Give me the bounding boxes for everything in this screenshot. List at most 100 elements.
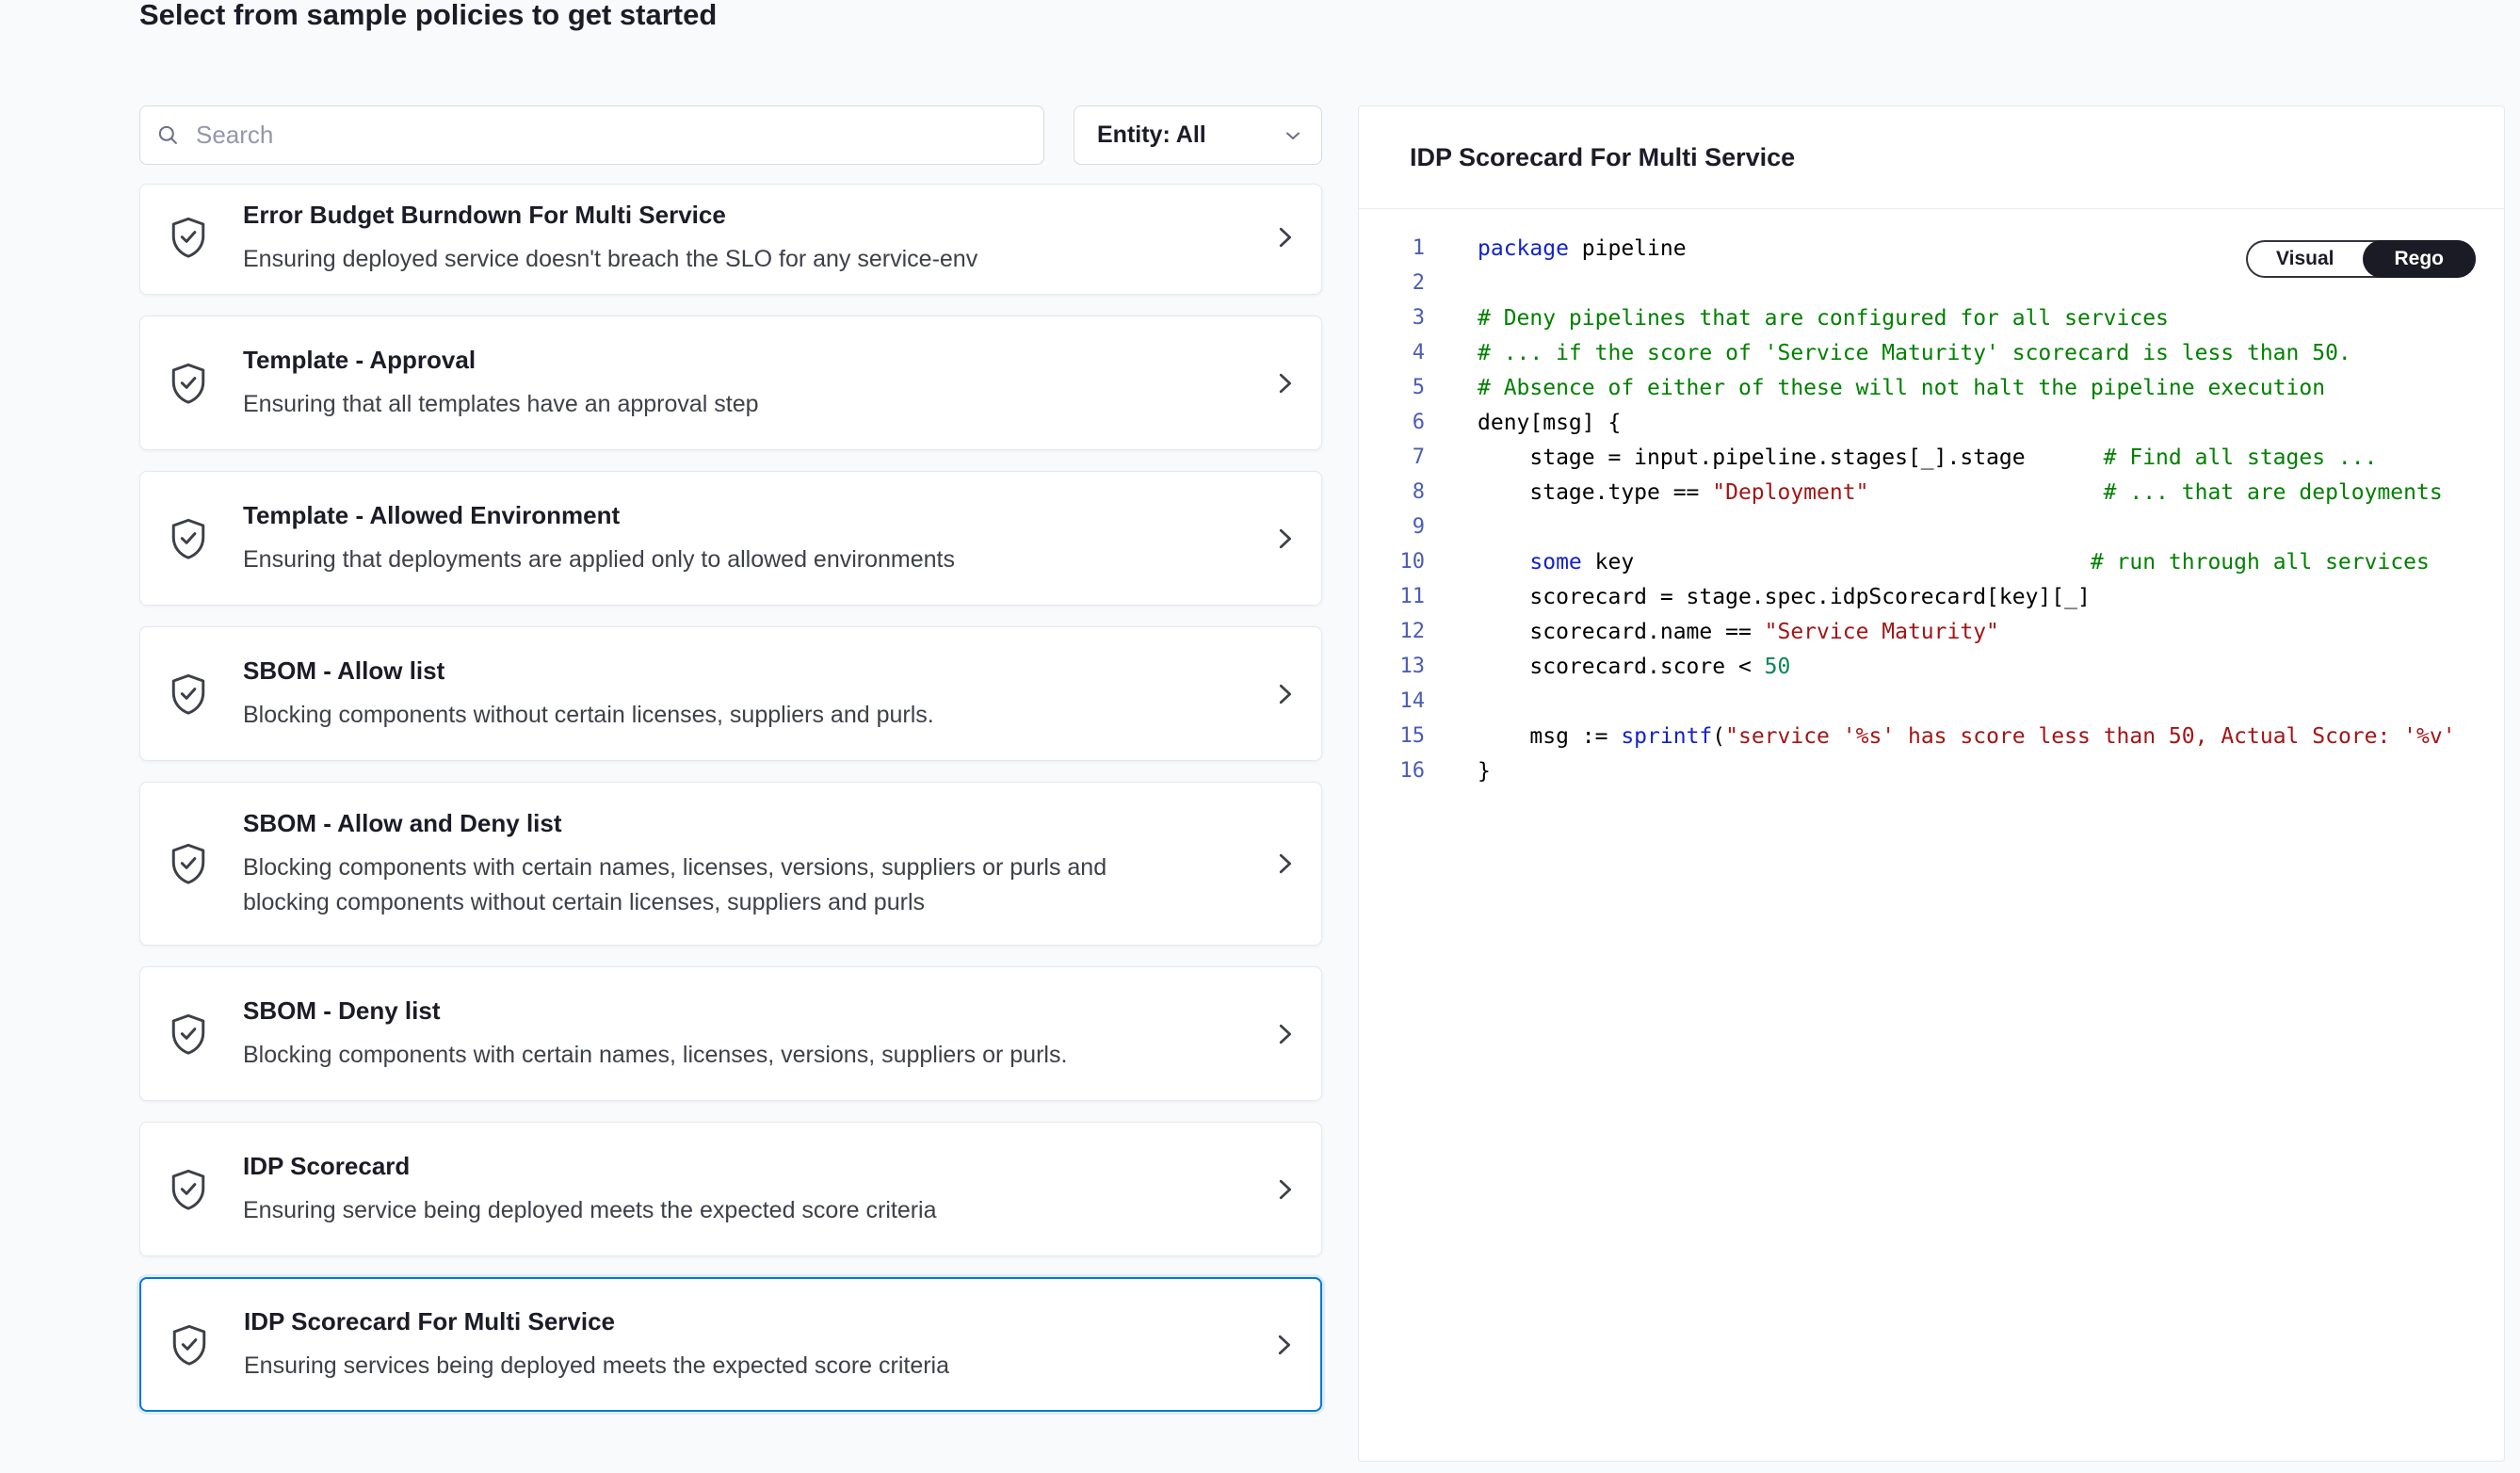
visual-rego-toggle: Visual Rego	[2246, 240, 2476, 278]
code-line: 13 scorecard.score < 50	[1359, 649, 2504, 684]
code-text: stage.type == "Deployment" # ... that ar…	[1478, 480, 2443, 505]
code-text: # Absence of either of these will not ha…	[1478, 376, 2325, 400]
search-input[interactable]	[194, 120, 1028, 151]
chevron-right-icon	[1269, 1331, 1298, 1359]
policy-card[interactable]: SBOM - Deny list Blocking components wit…	[139, 966, 1322, 1101]
policy-card-body: Error Budget Burndown For Multi Service …	[243, 199, 1255, 277]
policy-card[interactable]: IDP Scorecard For Multi Service Ensuring…	[139, 1277, 1322, 1412]
line-number: 7	[1359, 445, 1425, 469]
line-number: 5	[1359, 376, 1425, 399]
chevron-right-icon	[1270, 850, 1299, 878]
policy-description: Ensuring that all templates have an appr…	[243, 387, 1147, 422]
line-number: 9	[1359, 515, 1425, 539]
entity-filter-label: Entity: All	[1097, 121, 1206, 149]
chevron-right-icon	[1270, 680, 1299, 708]
policy-title: IDP Scorecard For Multi Service	[244, 1305, 1254, 1337]
detail-header: IDP Scorecard For Multi Service	[1359, 106, 2504, 209]
policy-title: Template - Allowed Environment	[243, 499, 1255, 531]
policy-card[interactable]: IDP Scorecard Ensuring service being dep…	[139, 1122, 1322, 1256]
code-line: 6 deny[msg] {	[1359, 405, 2504, 440]
line-number: 6	[1359, 411, 1425, 434]
shield-check-icon	[169, 1012, 208, 1056]
policy-card-body: SBOM - Deny list Blocking components wit…	[243, 995, 1255, 1073]
chevron-right-icon	[1270, 1020, 1299, 1048]
code-text: # ... if the score of 'Service Maturity'…	[1478, 341, 2351, 365]
code-text: msg := sprintf("service '%s' has score l…	[1478, 724, 2456, 749]
policy-card-body: IDP Scorecard Ensuring service being dep…	[243, 1150, 1255, 1228]
code-text: }	[1478, 759, 1491, 784]
code-line: 8 stage.type == "Deployment" # ... that …	[1359, 475, 2504, 510]
policy-title: Template - Approval	[243, 344, 1255, 376]
policy-title: Error Budget Burndown For Multi Service	[243, 199, 1255, 231]
policy-description: Ensuring deployed service doesn't breach…	[243, 242, 1147, 277]
chevron-right-icon	[1270, 369, 1299, 397]
code-text: scorecard.score < 50	[1478, 655, 1790, 679]
policy-card-body: SBOM - Allow list Blocking components wi…	[243, 655, 1255, 733]
line-number: 3	[1359, 306, 1425, 330]
policy-card-body: Template - Allowed Environment Ensuring …	[243, 499, 1255, 577]
policy-description: Blocking components without certain lice…	[243, 698, 1147, 733]
code-line: 9	[1359, 510, 2504, 544]
toggle-visual[interactable]: Visual	[2248, 242, 2362, 276]
policy-description: Blocking components with certain names, …	[243, 1038, 1147, 1073]
line-number: 16	[1359, 759, 1425, 783]
line-number: 8	[1359, 480, 1425, 504]
entity-filter-select[interactable]: Entity: All	[1074, 105, 1322, 165]
code-line: 4 # ... if the score of 'Service Maturity…	[1359, 335, 2504, 370]
chevron-right-icon	[1270, 1175, 1299, 1204]
chevron-down-icon	[1282, 124, 1304, 147]
policy-card[interactable]: Error Budget Burndown For Multi Service …	[139, 184, 1322, 295]
code-line: 15 msg := sprintf("service '%s' has scor…	[1359, 719, 2504, 753]
policy-card-body: Template - Approval Ensuring that all te…	[243, 344, 1255, 422]
policy-card[interactable]: Template - Approval Ensuring that all te…	[139, 316, 1322, 450]
policy-card[interactable]: Template - Allowed Environment Ensuring …	[139, 471, 1322, 606]
policy-list: Error Budget Burndown For Multi Service …	[139, 184, 1322, 1412]
code-line: 10 some key # run through all services	[1359, 544, 2504, 579]
code-text: scorecard = stage.spec.idpScorecard[key]…	[1478, 585, 2091, 609]
code-line: 14	[1359, 684, 2504, 719]
code-text: stage = input.pipeline.stages[_].stage #…	[1478, 445, 2377, 470]
code-line: 3 # Deny pipelines that are configured fo…	[1359, 300, 2504, 335]
code-text: # Deny pipelines that are configured for…	[1478, 306, 2169, 331]
line-number: 15	[1359, 724, 1425, 748]
code-line: 7 stage = input.pipeline.stages[_].stage…	[1359, 440, 2504, 475]
policy-card-body: IDP Scorecard For Multi Service Ensuring…	[244, 1305, 1254, 1384]
line-number: 11	[1359, 585, 1425, 608]
policy-title: SBOM - Allow and Deny list	[243, 807, 1255, 839]
policy-card[interactable]: SBOM - Allow and Deny list Blocking comp…	[139, 782, 1322, 946]
shield-check-icon	[169, 362, 208, 405]
policy-description: Ensuring service being deployed meets th…	[243, 1193, 1147, 1228]
policy-detail-panel: IDP Scorecard For Multi Service Visual R…	[1358, 105, 2505, 1462]
policy-card[interactable]: SBOM - Allow list Blocking components wi…	[139, 626, 1322, 761]
search-box	[139, 105, 1044, 165]
policy-description: Ensuring services being deployed meets t…	[244, 1349, 1148, 1384]
chevron-right-icon	[1270, 525, 1299, 553]
line-number: 13	[1359, 655, 1425, 678]
shield-check-icon	[169, 1168, 208, 1211]
shield-check-icon	[169, 216, 208, 259]
policy-description: Ensuring that deployments are applied on…	[243, 542, 1147, 577]
chevron-right-icon	[1270, 223, 1299, 251]
page-title: Select from sample policies to get start…	[139, 0, 717, 34]
code-text: some key # run through all services	[1478, 550, 2430, 575]
detail-title: IDP Scorecard For Multi Service	[1410, 143, 1795, 172]
line-number: 1	[1359, 236, 1425, 260]
code-text: deny[msg] {	[1478, 411, 1621, 435]
line-number: 4	[1359, 341, 1425, 364]
code-editor[interactable]: Visual Rego 1 package pipeline 2 3 # Deny pi…	[1359, 209, 2504, 788]
policy-title: SBOM - Deny list	[243, 995, 1255, 1027]
shield-check-icon	[169, 672, 208, 716]
line-number: 12	[1359, 620, 1425, 643]
toggle-rego[interactable]: Rego	[2363, 240, 2477, 278]
code-line: 5 # Absence of either of these will not h…	[1359, 370, 2504, 405]
code-text: package pipeline	[1478, 236, 1687, 261]
code-line: 11 scorecard = stage.spec.idpScorecard[k…	[1359, 579, 2504, 614]
code-line: 16}	[1359, 753, 2504, 788]
code-lines: 1 package pipeline 2 3 # Deny pipelines that…	[1359, 231, 2504, 788]
policy-title: IDP Scorecard	[243, 1150, 1255, 1182]
line-number: 2	[1359, 271, 1425, 295]
search-icon	[155, 122, 181, 148]
shield-check-icon	[169, 842, 208, 885]
policy-description: Blocking components with certain names, …	[243, 850, 1147, 920]
policy-card-body: SBOM - Allow and Deny list Blocking comp…	[243, 807, 1255, 920]
